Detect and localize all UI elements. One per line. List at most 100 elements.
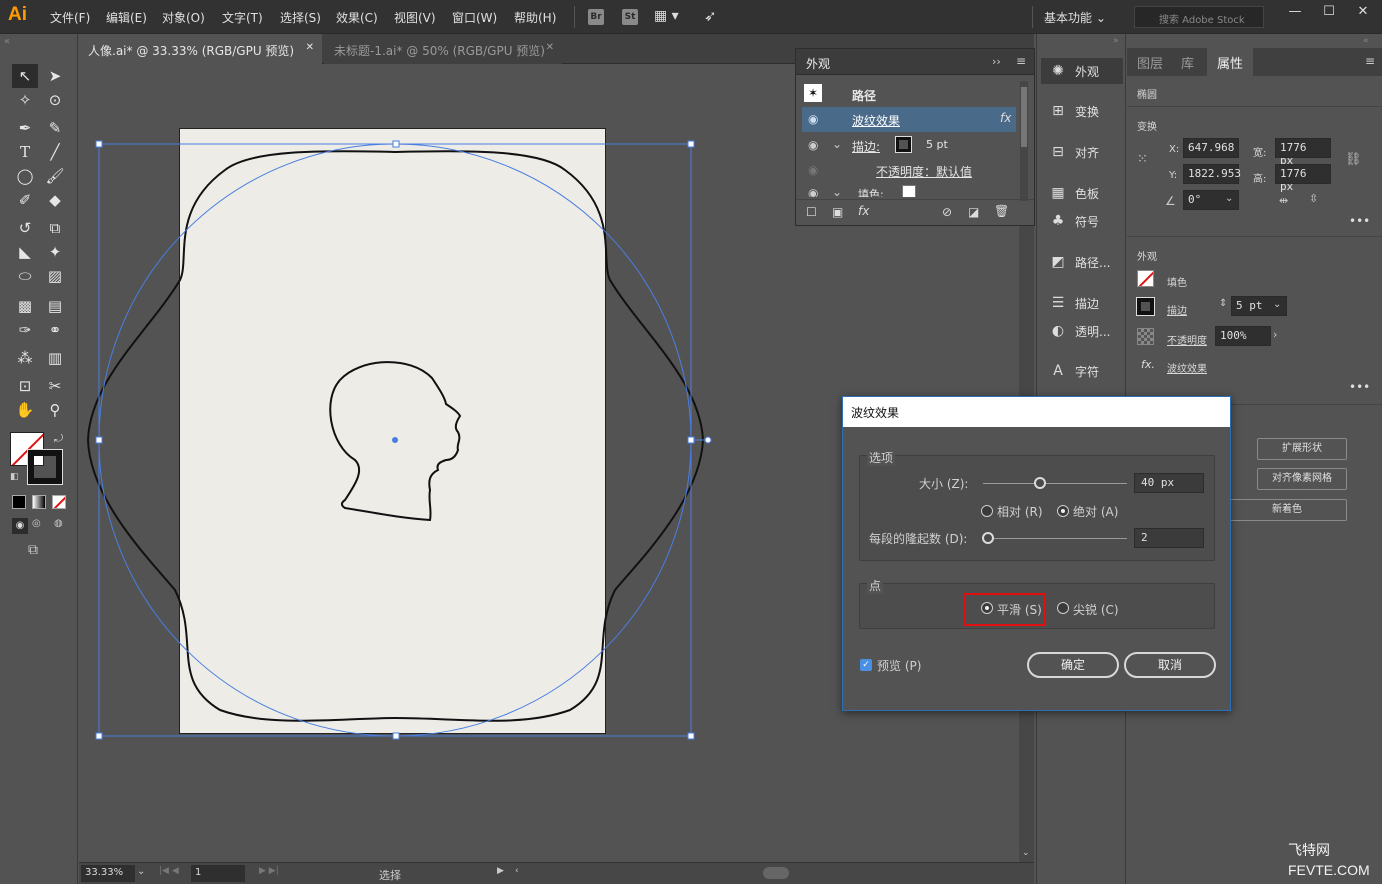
stock-search-input[interactable]: 搜索 Adobe Stock xyxy=(1134,6,1264,28)
dock-item-align[interactable]: ⊟ 对齐 xyxy=(1041,139,1123,165)
rotate-dropdown-icon[interactable]: ⌄ xyxy=(1225,193,1233,204)
opacity-swatch-icon[interactable] xyxy=(1137,328,1154,345)
size-slider-track[interactable] xyxy=(983,483,1127,484)
scroll-down-icon[interactable]: ⌄ xyxy=(1022,848,1030,858)
visibility-eye-icon[interactable]: ◉ xyxy=(808,163,818,177)
dock-item-pathfinder[interactable]: ◩ 路径... xyxy=(1041,249,1123,275)
opacity-row[interactable]: ◉ 不透明度：默认值 xyxy=(802,158,1016,183)
opacity-arrow-icon[interactable]: › xyxy=(1273,328,1277,341)
ridges-slider-track[interactable] xyxy=(983,538,1127,539)
zoom-dropdown-icon[interactable]: ⌄ xyxy=(137,866,145,877)
panel-menu-icon[interactable]: ≡ xyxy=(1365,54,1375,68)
opacity-link[interactable]: 不透明度 xyxy=(1167,332,1207,347)
duplicate-item-icon[interactable]: ◪ xyxy=(968,205,979,219)
corner-label[interactable]: 尖锐 (C) xyxy=(1073,601,1119,618)
visibility-eye-icon[interactable]: ◉ xyxy=(808,138,818,152)
ridges-slider-knob[interactable] xyxy=(982,532,994,544)
cancel-button[interactable]: 取消 xyxy=(1124,652,1216,678)
trash-icon[interactable]: 🗑 xyxy=(994,204,1009,218)
dock-item-stroke[interactable]: ☰ 描边 xyxy=(1041,290,1123,316)
panel-menu-icon[interactable]: ≡ xyxy=(1016,54,1026,68)
stroke-weight[interactable]: 5 pt xyxy=(926,138,948,151)
constrain-proportions-icon[interactable]: ⛓ xyxy=(1345,152,1362,167)
minimize-icon[interactable]: — xyxy=(1278,2,1312,22)
stroke-link[interactable]: 描边 xyxy=(1167,302,1187,317)
dock-item-appearance[interactable]: ✺ 外观 xyxy=(1041,58,1123,84)
dock-item-swatches[interactable]: ▦ 色板 xyxy=(1041,180,1123,206)
stroke-swatch[interactable] xyxy=(895,136,912,153)
dock-item-transform[interactable]: ⊞ 变换 xyxy=(1041,98,1123,124)
fx-icon[interactable]: fx xyxy=(1000,111,1011,125)
more-options-icon[interactable]: ••• xyxy=(1349,380,1370,394)
preview-label[interactable]: 预览 (P) xyxy=(877,657,921,674)
next-page-icon[interactable]: ▶ ▶| xyxy=(259,866,279,876)
size-slider-knob[interactable] xyxy=(1034,477,1046,489)
corner-radio[interactable] xyxy=(1057,602,1069,614)
x-label: X: xyxy=(1169,144,1180,155)
stroke-row[interactable]: ◉ ⌄ 描边: 5 pt xyxy=(802,133,1016,158)
relative-radio[interactable] xyxy=(981,505,993,517)
expand-shape-button[interactable]: 扩展形状 xyxy=(1257,438,1347,460)
ridges-field[interactable]: 2 xyxy=(1134,528,1204,548)
add-stroke-icon[interactable]: ☐ xyxy=(806,205,817,219)
size-field[interactable]: 40 px xyxy=(1134,473,1204,493)
tab-properties[interactable]: 属性 xyxy=(1207,48,1254,76)
workspace-switcher[interactable]: 基本功能 ⌄ xyxy=(1044,9,1106,26)
more-options-icon[interactable]: ••• xyxy=(1349,214,1370,228)
opacity-field[interactable]: 100% xyxy=(1215,326,1271,346)
expand-chevron-icon[interactable]: ⌄ xyxy=(832,137,842,151)
stroke-dropdown-icon[interactable]: ⌄ xyxy=(1273,299,1281,310)
maximize-icon[interactable]: ☐ xyxy=(1312,2,1346,22)
character-icon: A xyxy=(1053,363,1063,379)
horizontal-scroll-thumb[interactable] xyxy=(763,867,789,879)
dock-item-symbols[interactable]: ♣ 符号 xyxy=(1041,208,1123,234)
effect-row[interactable]: ◉ 波纹效果 fx xyxy=(802,107,1016,132)
dock-item-character[interactable]: A 字符 xyxy=(1041,358,1123,384)
fill-none-swatch[interactable] xyxy=(902,185,916,197)
fill-none-swatch[interactable] xyxy=(1137,270,1154,287)
status-arrow-icon[interactable]: ▶ xyxy=(497,866,504,876)
visibility-eye-icon[interactable]: ◉ xyxy=(808,186,818,197)
x-field[interactable]: 647.968 xyxy=(1183,138,1239,158)
preview-checkbox[interactable]: ✓ xyxy=(860,659,872,671)
panel-collapse-icon[interactable]: « xyxy=(1363,36,1369,46)
width-field[interactable]: 1776 px xyxy=(1275,138,1331,167)
tab-libraries[interactable]: 库 xyxy=(1171,48,1204,76)
dock-collapse-icon[interactable]: » xyxy=(1113,36,1119,46)
expand-chevron-icon[interactable]: ⌄ xyxy=(832,185,842,197)
align-pixel-grid-button[interactable]: 对齐像素网格 xyxy=(1257,468,1347,490)
visibility-eye-icon[interactable]: ◉ xyxy=(808,112,818,126)
clear-appearance-icon[interactable]: ⊘ xyxy=(942,205,952,219)
stroke-stepper-icon[interactable]: ⇕ xyxy=(1219,298,1227,309)
artboard-number-field[interactable]: 1 xyxy=(191,865,245,882)
opacity-link[interactable]: 不透明度：默认值 xyxy=(876,163,972,180)
add-fill-icon[interactable]: ▣ xyxy=(832,205,843,219)
stroke-swatch[interactable] xyxy=(1136,297,1155,316)
flip-horizontal-icon[interactable]: ⇹ xyxy=(1279,194,1288,207)
effect-link[interactable]: 波纹效果 xyxy=(1167,360,1207,375)
fill-link[interactable]: 填色: xyxy=(858,186,884,197)
y-field[interactable]: 1822.953 xyxy=(1183,164,1241,184)
ok-button[interactable]: 确定 xyxy=(1027,652,1119,678)
add-effect-icon[interactable]: fx xyxy=(858,204,869,218)
effect-link[interactable]: 波纹效果 xyxy=(852,112,900,129)
stroke-link[interactable]: 描边: xyxy=(852,138,880,155)
dialog-titlebar[interactable]: 波纹效果 xyxy=(843,397,1230,427)
panel-scrollbar[interactable] xyxy=(1020,81,1028,201)
scroll-left-icon[interactable]: ‹ xyxy=(515,866,519,876)
flip-vertical-icon[interactable]: ⇳ xyxy=(1309,192,1318,205)
reference-point-icon[interactable]: ⁙ xyxy=(1137,152,1148,167)
absolute-label[interactable]: 绝对 (A) xyxy=(1073,503,1118,520)
fill-row[interactable]: ◉ ⌄ 填色: xyxy=(802,183,1016,197)
panel-scroll-thumb[interactable] xyxy=(1021,87,1027,147)
relative-label[interactable]: 相对 (R) xyxy=(997,503,1043,520)
panel-collapse-icon[interactable]: ›› xyxy=(992,55,1001,68)
absolute-radio[interactable] xyxy=(1057,505,1069,517)
first-page-icon[interactable]: |◀ ◀ xyxy=(159,866,179,876)
dock-item-transparency[interactable]: ◐ 透明... xyxy=(1041,318,1123,344)
tab-layers[interactable]: 图层 xyxy=(1127,48,1173,76)
height-field[interactable]: 1776 px xyxy=(1275,164,1331,193)
close-icon[interactable]: ✕ xyxy=(1346,2,1380,22)
zoom-field[interactable]: 33.33% xyxy=(81,865,135,882)
recolor-button[interactable]: 新着色 xyxy=(1227,499,1347,521)
